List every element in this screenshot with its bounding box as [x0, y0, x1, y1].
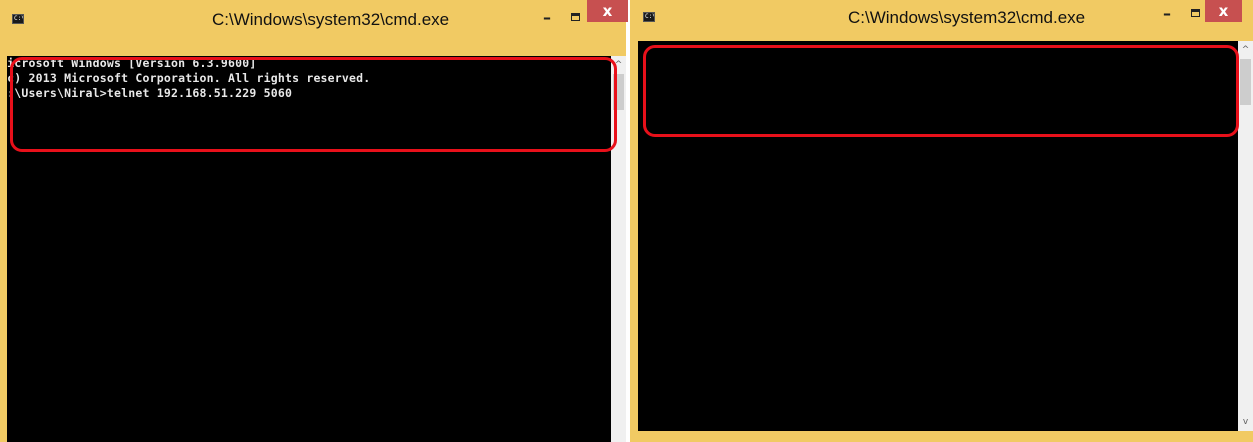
scroll-up-arrow-icon[interactable]: ^ — [611, 58, 626, 72]
scrollbar-thumb[interactable] — [1240, 59, 1251, 105]
scrollbar-thumb[interactable] — [613, 74, 624, 110]
window-title: C:\Windows\system32\cmd.exe — [848, 8, 1086, 27]
vertical-scrollbar[interactable]: ^ v — [1238, 41, 1253, 431]
title-bar[interactable]: C:\ C:\Windows\system32\cmd.exe – x — [630, 0, 1253, 40]
maximize-icon — [570, 13, 580, 21]
close-button[interactable]: x — [1205, 0, 1242, 22]
maximize-button[interactable] — [567, 8, 583, 26]
console-line: (c) 2013 Microsoft Corporation. All righ… — [7, 71, 371, 85]
window-title: C:\Windows\system32\cmd.exe — [212, 10, 450, 29]
scroll-down-arrow-icon[interactable]: v — [1238, 415, 1253, 429]
minimize-button[interactable]: – — [1159, 4, 1175, 23]
console-output[interactable] — [638, 41, 1238, 431]
scroll-up-arrow-icon[interactable]: ^ — [1238, 43, 1253, 57]
maximize-button[interactable] — [1187, 4, 1203, 22]
console-line: C:\Users\Niral>telnet 192.168.51.229 506… — [7, 86, 293, 100]
cmd-app-icon[interactable]: C:\ — [12, 14, 24, 24]
close-button[interactable]: x — [587, 0, 628, 22]
minimize-button[interactable]: – — [539, 8, 555, 27]
maximize-icon — [1190, 9, 1200, 17]
console-line: Microsoft Windows [Version 6.3.9600] — [7, 56, 257, 70]
cmd-app-icon[interactable]: C:\ — [643, 12, 655, 22]
title-bar[interactable]: C:\ C:\Windows\system32\cmd.exe – x — [0, 0, 628, 40]
console-output[interactable]: Microsoft Windows [Version 6.3.9600] (c)… — [7, 56, 611, 442]
cmd-window-left[interactable]: C:\ C:\Windows\system32\cmd.exe – x Micr… — [0, 0, 628, 442]
vertical-scrollbar[interactable]: ^ — [611, 56, 626, 442]
cmd-window-right[interactable]: C:\ C:\Windows\system32\cmd.exe – x ^ v — [630, 0, 1253, 442]
